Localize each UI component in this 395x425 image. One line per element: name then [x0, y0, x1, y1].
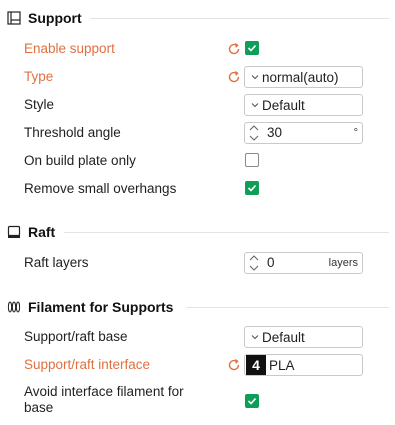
- raft-layers-value[interactable]: 0: [267, 253, 275, 273]
- enable-support-checkbox[interactable]: [245, 41, 259, 55]
- spinner-arrows-icon[interactable]: [248, 124, 260, 142]
- spinner-arrows-icon[interactable]: [248, 254, 260, 272]
- threshold-angle-value[interactable]: 30: [267, 123, 282, 143]
- reset-icon[interactable]: [226, 41, 242, 57]
- setting-on-build-plate-only: On build plate only: [0, 150, 395, 172]
- remove-small-overhangs-checkbox[interactable]: [245, 181, 259, 195]
- enable-support-label: Enable support: [24, 41, 115, 56]
- section-divider: [64, 232, 389, 233]
- setting-enable-support: Enable support: [0, 38, 395, 60]
- support-icon: [6, 10, 22, 26]
- section-title-filament: Filament for Supports: [28, 299, 174, 315]
- raft-icon: [6, 224, 22, 240]
- type-dropdown[interactable]: normal(auto): [244, 66, 363, 88]
- filament-number-badge: 4: [246, 355, 266, 375]
- section-header-support: Support: [6, 8, 82, 28]
- chevron-down-icon: [250, 72, 260, 82]
- reset-icon[interactable]: [226, 357, 242, 373]
- section-title-raft: Raft: [28, 224, 56, 240]
- type-value: normal(auto): [262, 69, 339, 85]
- section-divider: [186, 307, 389, 308]
- remove-small-overhangs-label: Remove small overhangs: [24, 181, 177, 196]
- raft-layers-label: Raft layers: [24, 255, 89, 270]
- support-raft-base-label: Support/raft base: [24, 329, 128, 344]
- style-dropdown[interactable]: Default: [244, 94, 363, 116]
- filament-icon: [6, 299, 22, 315]
- section-header-raft: Raft: [6, 222, 55, 242]
- support-raft-interface-label: Support/raft interface: [24, 357, 151, 372]
- setting-avoid-interface: Avoid interface filament for base: [0, 384, 395, 420]
- setting-support-raft-interface: Support/raft interface 4 PLA: [0, 354, 395, 376]
- threshold-angle-spinner[interactable]: 30 °: [244, 122, 363, 144]
- style-value: Default: [262, 97, 305, 113]
- setting-type: Type normal(auto): [0, 66, 395, 88]
- raft-layers-spinner[interactable]: 0 layers: [244, 252, 363, 274]
- on-build-plate-only-label: On build plate only: [24, 153, 136, 168]
- chevron-down-icon: [250, 332, 260, 342]
- section-divider: [90, 18, 389, 19]
- style-label: Style: [24, 97, 55, 112]
- avoid-interface-checkbox[interactable]: [245, 394, 259, 408]
- section-header-filament: Filament for Supports: [6, 297, 173, 317]
- section-title-support: Support: [28, 10, 82, 26]
- chevron-down-icon: [250, 100, 260, 110]
- raft-layers-unit: layers: [328, 257, 358, 269]
- support-raft-base-dropdown[interactable]: Default: [244, 326, 363, 348]
- reset-icon[interactable]: [226, 69, 242, 85]
- setting-threshold-angle: Threshold angle 30 °: [0, 122, 395, 144]
- support-raft-interface-dropdown[interactable]: 4 PLA: [244, 354, 363, 376]
- setting-support-raft-base: Support/raft base Default: [0, 326, 395, 348]
- threshold-angle-label: Threshold angle: [24, 125, 121, 140]
- support-raft-interface-value: PLA: [269, 357, 295, 373]
- setting-style: Style Default: [0, 94, 395, 116]
- on-build-plate-only-checkbox[interactable]: [245, 153, 259, 167]
- setting-raft-layers: Raft layers 0 layers: [0, 252, 395, 274]
- setting-remove-small-overhangs: Remove small overhangs: [0, 178, 395, 200]
- type-label: Type: [24, 69, 54, 84]
- avoid-interface-label: Avoid interface filament for base: [24, 384, 184, 415]
- support-raft-base-value: Default: [262, 329, 305, 345]
- threshold-angle-unit: °: [353, 127, 358, 139]
